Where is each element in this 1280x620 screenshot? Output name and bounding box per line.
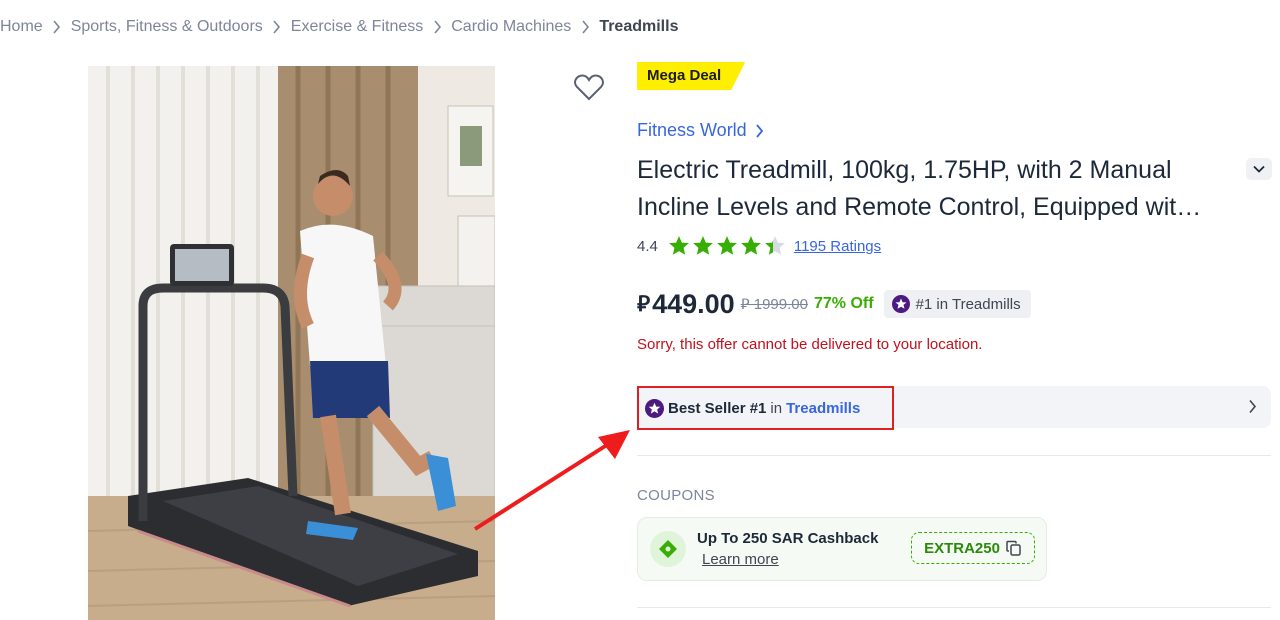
best-seller-bar[interactable]: Best Seller #1 in Treadmills bbox=[637, 386, 1271, 430]
coupon-title: Up To 250 SAR Cashback bbox=[697, 530, 879, 547]
product-title: Electric Treadmill, 100kg, 1.75HP, with … bbox=[637, 152, 1237, 226]
breadcrumb-current: Treadmills bbox=[599, 18, 679, 35]
best-seller-highlight: Best Seller #1 in Treadmills bbox=[637, 386, 894, 430]
discount-label: 77% Off bbox=[813, 295, 874, 312]
breadcrumb-home[interactable]: Home bbox=[0, 18, 43, 36]
coupon-learn-more-link[interactable]: Learn more bbox=[702, 551, 779, 568]
current-price: 449.00 bbox=[652, 288, 735, 319]
breadcrumb-separator-icon bbox=[571, 20, 599, 34]
best-seller-label: Best Seller #1 bbox=[668, 399, 767, 417]
annotation-arrow-icon bbox=[473, 430, 630, 531]
star-rating bbox=[668, 235, 786, 257]
coupon-code-button[interactable]: EXTRA250 bbox=[911, 532, 1035, 564]
old-price: ⃁ 1999.00 bbox=[740, 295, 808, 313]
star-badge-icon bbox=[891, 295, 910, 313]
mega-deal-badge: Mega Deal bbox=[637, 62, 745, 90]
star-icon bbox=[764, 236, 785, 255]
rating-row: 4.4 1195 Ratings bbox=[637, 234, 881, 258]
delivery-error-message: Sorry, this offer cannot be delivered to… bbox=[637, 336, 983, 353]
best-seller-category-link[interactable]: Treadmills bbox=[786, 400, 860, 417]
currency-symbol: ⃁ bbox=[637, 291, 651, 316]
rating-value: 4.4 bbox=[637, 237, 658, 255]
product-title-line-2: Incline Levels and Remote Control, Equip… bbox=[637, 193, 1202, 221]
breadcrumb-separator-icon bbox=[423, 20, 451, 34]
breadcrumb: Home Sports, Fitness & Outdoors Exercise… bbox=[0, 12, 678, 42]
product-image[interactable] bbox=[88, 66, 495, 620]
coupon-code: EXTRA250 bbox=[924, 539, 1000, 557]
ticket-icon bbox=[650, 531, 686, 567]
price-row: ⃁ 449.00 ⃁ 1999.00 77% Off #1 in Treadmi… bbox=[637, 286, 1031, 322]
breadcrumb-separator-icon bbox=[263, 20, 291, 34]
copy-icon bbox=[1006, 540, 1021, 556]
star-icon bbox=[668, 236, 689, 255]
star-icon bbox=[692, 236, 713, 255]
breadcrumb-cardio[interactable]: Cardio Machines bbox=[451, 18, 571, 36]
best-seller-in: in bbox=[770, 399, 783, 417]
coupons-heading: COUPONS bbox=[637, 487, 715, 504]
breadcrumb-sports[interactable]: Sports, Fitness & Outdoors bbox=[71, 18, 263, 36]
brand-name: Fitness World bbox=[637, 120, 747, 140]
chevron-right-icon bbox=[1249, 399, 1257, 414]
section-divider bbox=[637, 455, 1271, 456]
section-divider bbox=[637, 607, 1271, 608]
rank-badge-label: #1 in Treadmills bbox=[915, 295, 1021, 313]
star-badge-icon bbox=[645, 398, 664, 418]
coupon-card: Up To 250 SAR Cashback Learn more EXTRA2… bbox=[637, 517, 1047, 581]
star-icon bbox=[716, 236, 737, 255]
wishlist-heart-icon[interactable] bbox=[572, 70, 606, 104]
ratings-count-link[interactable]: 1195 Ratings bbox=[794, 238, 881, 255]
breadcrumb-exercise[interactable]: Exercise & Fitness bbox=[291, 18, 423, 36]
product-title-line-1: Electric Treadmill, 100kg, 1.75HP, with … bbox=[637, 156, 1172, 184]
brand-link[interactable]: Fitness World bbox=[637, 120, 764, 141]
chevron-down-icon bbox=[1253, 165, 1265, 173]
breadcrumb-separator-icon bbox=[43, 20, 71, 34]
rank-badge[interactable]: #1 in Treadmills bbox=[883, 290, 1031, 318]
chevron-right-icon bbox=[756, 123, 763, 138]
star-icon bbox=[740, 236, 761, 255]
expand-title-button[interactable] bbox=[1246, 158, 1272, 180]
